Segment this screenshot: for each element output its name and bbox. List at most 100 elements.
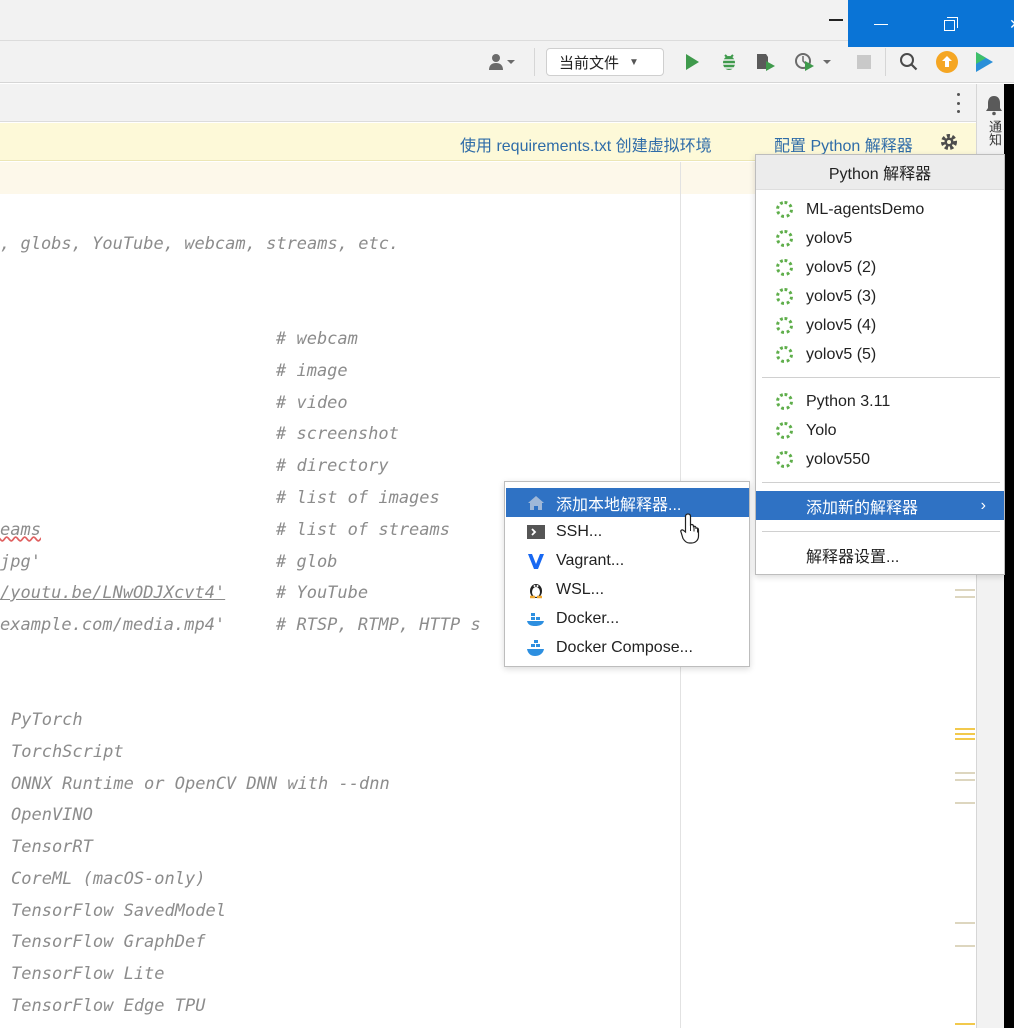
restore-button[interactable]	[936, 10, 966, 38]
update-icon[interactable]	[935, 50, 959, 74]
interpreter-icon	[776, 230, 793, 247]
code-line: TorchScript	[11, 742, 124, 762]
code-line: TensorRT	[11, 837, 93, 857]
stripe-marker[interactable]	[955, 779, 975, 781]
code-comment: # glob	[276, 552, 338, 572]
code-comment: # directory	[276, 456, 389, 476]
interpreter-item[interactable]: yolov5 (3)	[756, 282, 1004, 311]
user-icon[interactable]	[484, 50, 520, 74]
code-line: TensorFlow SavedModel	[11, 901, 226, 921]
code-line: PyTorch	[11, 710, 83, 730]
toolbar-separator	[534, 48, 535, 76]
debug-icon[interactable]	[718, 50, 740, 74]
docker-icon	[526, 609, 546, 629]
code-comment: # RTSP, RTMP, HTTP s	[276, 615, 481, 635]
run-config-label: 当前文件	[559, 54, 620, 72]
interpreter-icon	[776, 393, 793, 410]
interpreter-item[interactable]: ML-agentsDemo	[756, 195, 1004, 224]
stripe-marker-warning[interactable]	[955, 1023, 975, 1025]
code-comment: # video	[276, 393, 348, 413]
code-line: example.com/media.mp4'	[0, 615, 226, 635]
interpreter-item[interactable]: Python 3.11	[756, 387, 1004, 416]
stop-icon[interactable]	[853, 50, 875, 74]
chevron-right-icon: ›	[980, 496, 986, 514]
minimize-button[interactable]	[866, 10, 896, 38]
coverage-icon[interactable]	[753, 50, 779, 74]
stripe-marker[interactable]	[955, 589, 975, 591]
menu-separator	[762, 482, 1000, 483]
bell-icon[interactable]	[983, 94, 1005, 116]
stripe-marker[interactable]	[955, 596, 975, 598]
code-comment: # webcam	[276, 329, 358, 349]
popup-title: Python 解释器	[756, 155, 1004, 190]
stripe-marker-warning[interactable]	[955, 733, 975, 735]
stripe-marker-warning[interactable]	[955, 728, 975, 730]
stripe-marker[interactable]	[955, 772, 975, 774]
add-local-interpreter-item[interactable]: 添加本地解释器...	[506, 488, 749, 517]
interpreter-icon	[776, 259, 793, 276]
code-comment: # YouTube	[276, 583, 369, 603]
main-toolbar: 当前文件 ▼	[0, 41, 1014, 83]
more-options-icon[interactable]	[952, 93, 964, 113]
docker-item[interactable]: Docker...	[506, 604, 749, 633]
interpreter-item[interactable]: yolov5 (2)	[756, 253, 1004, 282]
interpreter-settings-item[interactable]: 解释器设置...	[756, 540, 1004, 569]
code-comment: # image	[276, 361, 348, 381]
interpreter-icon	[776, 201, 793, 218]
code-line: OpenVINO	[11, 805, 93, 825]
linux-icon	[526, 580, 546, 600]
menu-separator	[762, 377, 1000, 378]
code-line: eams	[0, 520, 41, 540]
interpreter-item[interactable]: Yolo	[756, 416, 1004, 445]
editor-tab-bar	[0, 84, 976, 122]
interpreter-item[interactable]: yolov5 (5)	[756, 340, 1004, 369]
configure-interpreter-link[interactable]: 配置 Python 解释器	[774, 132, 913, 156]
create-venv-link[interactable]: 使用 requirements.txt 创建虚拟环境	[460, 132, 712, 156]
home-icon	[526, 493, 546, 513]
code-comment: # list of streams	[276, 520, 450, 540]
profile-icon[interactable]	[792, 50, 838, 74]
interpreter-item[interactable]: yolov550	[756, 445, 1004, 474]
python-interpreter-popup: Python 解释器 ML-agentsDemo yolov5 yolov5 (…	[755, 154, 1005, 575]
interpreter-icon	[776, 422, 793, 439]
vagrant-item[interactable]: Vagrant...	[506, 546, 749, 575]
stripe-marker[interactable]	[955, 802, 975, 804]
minimize-glyph	[829, 19, 843, 21]
code-line: CoreML (macOS-only)	[11, 869, 206, 889]
add-interpreter-submenu: 添加本地解释器... SSH... Vagrant... WSL... Dock…	[504, 481, 750, 667]
code-comment: # list of images	[276, 488, 440, 508]
search-icon[interactable]	[897, 50, 921, 74]
close-button[interactable]: ✕	[1000, 10, 1014, 38]
ssh-item[interactable]: SSH...	[506, 517, 749, 546]
code-line-url[interactable]: /youtu.be/LNwODJXcvt4'	[0, 583, 225, 603]
run-config-dropdown[interactable]: 当前文件 ▼	[546, 48, 664, 76]
stripe-marker[interactable]	[955, 945, 975, 947]
terminal-icon	[526, 522, 546, 542]
docker-compose-item[interactable]: Docker Compose...	[506, 633, 749, 662]
interpreter-icon	[776, 317, 793, 334]
code-line: TensorFlow Lite	[11, 964, 165, 984]
docker-compose-icon	[526, 638, 546, 658]
interpreter-item[interactable]: yolov5	[756, 224, 1004, 253]
toolbar-separator	[885, 48, 886, 76]
code-line: ONNX Runtime or OpenCV DNN with --dnn	[11, 774, 390, 794]
notifications-tab[interactable]: 通知	[985, 120, 1003, 146]
code-line: TensorFlow Edge TPU	[11, 996, 206, 1016]
chevron-down-icon: ▼	[629, 56, 639, 68]
hand-cursor-icon	[680, 513, 700, 544]
stripe-marker-warning[interactable]	[955, 738, 975, 740]
run-icon[interactable]	[681, 50, 703, 74]
code-comment: # screenshot	[276, 424, 399, 444]
wsl-item[interactable]: WSL...	[506, 575, 749, 604]
interpreter-icon	[776, 288, 793, 305]
stripe-marker[interactable]	[955, 922, 975, 924]
interpreter-item[interactable]: yolov5 (4)	[756, 311, 1004, 340]
gear-icon[interactable]	[939, 132, 959, 152]
add-new-interpreter-item[interactable]: 添加新的解释器 ›	[756, 491, 1004, 520]
interpreter-icon	[776, 346, 793, 363]
code-line: jpg'	[0, 552, 41, 572]
vagrant-icon	[526, 551, 546, 571]
window-controls: ✕	[848, 0, 1014, 47]
jetbrains-ai-icon[interactable]	[972, 50, 996, 74]
code-line: , globs, YouTube, webcam, streams, etc.	[0, 234, 400, 254]
